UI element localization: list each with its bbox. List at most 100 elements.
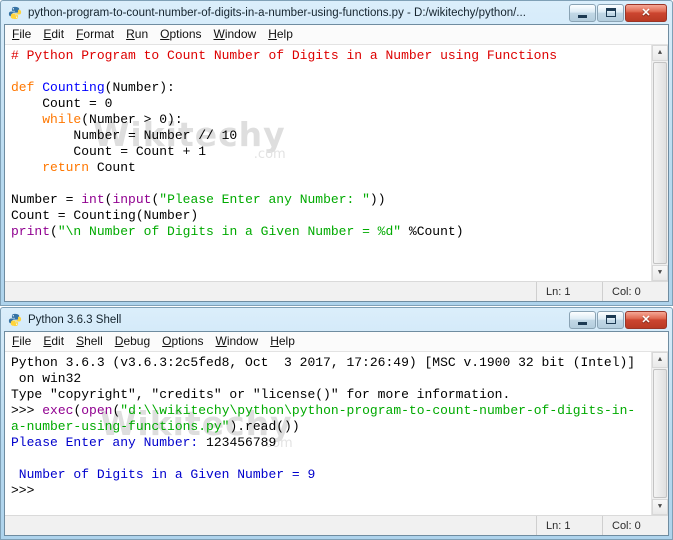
- code-line: Number of Digits in a Given Number = 9: [11, 467, 651, 483]
- menu-item-file[interactable]: File: [6, 25, 37, 44]
- menu-item-format[interactable]: Format: [70, 25, 120, 44]
- scroll-down-icon[interactable]: ▼: [652, 499, 668, 515]
- shell-scrollbar[interactable]: ▲ ▼: [651, 352, 668, 515]
- code-segment-plain: Count = Count + 1: [11, 144, 206, 159]
- menu-item-edit[interactable]: Edit: [37, 332, 70, 351]
- code-segment-defname: Counting: [42, 80, 104, 95]
- shell-scrollbar-thumb[interactable]: [653, 369, 667, 498]
- code-segment-plain: )): [370, 192, 386, 207]
- code-segment-plain: Count = Counting(Number): [11, 208, 198, 223]
- scroll-up-icon[interactable]: ▲: [652, 352, 668, 368]
- code-line: return Count: [11, 160, 651, 176]
- editor-window: python-program-to-count-number-of-digits…: [0, 0, 673, 306]
- code-segment-keyword: return: [42, 160, 89, 175]
- code-line: Number = Number // 10: [11, 128, 651, 144]
- code-segment-plain: [11, 160, 42, 175]
- scroll-down-icon[interactable]: ▼: [652, 265, 668, 281]
- code-segment-plain: >>>: [11, 403, 42, 418]
- shell-menubar: FileEditShellDebugOptionsWindowHelp: [5, 332, 668, 352]
- code-segment-keyword: while: [42, 112, 81, 127]
- menu-item-help[interactable]: Help: [264, 332, 301, 351]
- code-segment-plain: Number = Number // 10: [11, 128, 237, 143]
- code-segment-plain: >>>: [11, 483, 42, 498]
- shell-text-area[interactable]: Wikitechy .com Python 3.6.3 (v3.6.3:2c5f…: [5, 352, 668, 515]
- status-line-indicator: Ln: 1: [536, 282, 602, 301]
- code-line: def Counting(Number):: [11, 80, 651, 96]
- menu-item-edit[interactable]: Edit: [37, 25, 70, 44]
- menu-item-debug[interactable]: Debug: [109, 332, 156, 351]
- close-button[interactable]: ✕: [625, 311, 667, 329]
- close-icon: ✕: [641, 6, 650, 19]
- code-segment-plain: ).read()): [229, 419, 299, 434]
- menu-item-run[interactable]: Run: [120, 25, 154, 44]
- code-line: on win32: [11, 371, 651, 387]
- editor-client-area: FileEditFormatRunOptionsWindowHelp Wikit…: [4, 24, 669, 302]
- editor-statusbar: Ln: 1 Col: 0: [5, 281, 668, 301]
- menu-item-window[interactable]: Window: [208, 25, 263, 44]
- menu-item-window[interactable]: Window: [210, 332, 265, 351]
- minimize-button[interactable]: [569, 311, 596, 329]
- minimize-button[interactable]: [569, 4, 596, 22]
- code-segment-stdout: Please Enter any Number:: [11, 435, 206, 450]
- status-col-indicator: Col: 0: [602, 516, 668, 535]
- minimize-icon: [578, 322, 587, 325]
- shell-statusbar: Ln: 1 Col: 0: [5, 515, 668, 535]
- code-segment-keyword: def: [11, 80, 34, 95]
- code-segment-string: a-number-using-functions.py": [11, 419, 229, 434]
- shell-client-area: FileEditShellDebugOptionsWindowHelp Wiki…: [4, 331, 669, 536]
- shell-titlebar[interactable]: Python 3.6.3 Shell ✕: [4, 308, 669, 331]
- code-line: Type "copyright", "credits" or "license(…: [11, 387, 651, 403]
- menu-item-help[interactable]: Help: [262, 25, 299, 44]
- editor-code-lines: # Python Program to Count Number of Digi…: [5, 45, 651, 281]
- code-segment-builtin: print: [11, 224, 50, 239]
- code-line: while(Number > 0):: [11, 112, 651, 128]
- code-segment-plain: [11, 112, 42, 127]
- code-segment-plain: Count = 0: [11, 96, 112, 111]
- editor-scrollbar-thumb[interactable]: [653, 62, 667, 264]
- menu-item-shell[interactable]: Shell: [70, 332, 109, 351]
- code-segment-plain: on win32: [11, 371, 81, 386]
- editor-window-title: python-program-to-count-number-of-digits…: [28, 7, 564, 19]
- code-line: Count = Count + 1: [11, 144, 651, 160]
- menu-item-options[interactable]: Options: [156, 332, 209, 351]
- minimize-icon: [578, 15, 587, 18]
- maximize-icon: [606, 8, 616, 17]
- code-line: Python 3.6.3 (v3.6.3:2c5fed8, Oct 3 2017…: [11, 355, 651, 371]
- code-segment-builtin: int: [81, 192, 104, 207]
- code-line: >>> exec(open("d:\\wikitechy\python\pyth…: [11, 403, 651, 419]
- editor-window-controls: ✕: [569, 4, 667, 22]
- code-line: [11, 64, 651, 80]
- code-line: Please Enter any Number: 123456789: [11, 435, 651, 451]
- code-segment-comment: # Python Program to Count Number of Digi…: [11, 48, 557, 63]
- close-button[interactable]: ✕: [625, 4, 667, 22]
- code-segment-plain: Number =: [11, 192, 81, 207]
- status-col-indicator: Col: 0: [602, 282, 668, 301]
- code-segment-plain: Count: [89, 160, 136, 175]
- maximize-button[interactable]: [597, 4, 624, 22]
- code-segment-plain: Python 3.6.3 (v3.6.3:2c5fed8, Oct 3 2017…: [11, 355, 635, 370]
- code-line: [11, 176, 651, 192]
- maximize-button[interactable]: [597, 311, 624, 329]
- code-segment-builtin: exec: [42, 403, 73, 418]
- editor-menubar: FileEditFormatRunOptionsWindowHelp: [5, 25, 668, 45]
- editor-text-area[interactable]: Wikitechy .com # Python Program to Count…: [5, 45, 668, 281]
- code-segment-string: "\n Number of Digits in a Given Number =…: [58, 224, 401, 239]
- code-line: Count = 0: [11, 96, 651, 112]
- screen: { "icons": { "close_glyph": "✕", "scroll…: [0, 0, 673, 540]
- status-line-indicator: Ln: 1: [536, 516, 602, 535]
- code-segment-plain: 123456789: [206, 435, 276, 450]
- code-line: a-number-using-functions.py").read()): [11, 419, 651, 435]
- code-segment-plain: (: [50, 224, 58, 239]
- editor-titlebar[interactable]: python-program-to-count-number-of-digits…: [4, 1, 669, 24]
- code-line: Number = int(input("Please Enter any Num…: [11, 192, 651, 208]
- maximize-icon: [606, 315, 616, 324]
- code-segment-plain: Type "copyright", "credits" or "license(…: [11, 387, 510, 402]
- shell-window-title: Python 3.6.3 Shell: [28, 314, 564, 326]
- menu-item-options[interactable]: Options: [154, 25, 207, 44]
- scroll-up-icon[interactable]: ▲: [652, 45, 668, 61]
- menu-item-file[interactable]: File: [6, 332, 37, 351]
- code-segment-builtin: input: [112, 192, 151, 207]
- code-line: >>>: [11, 483, 651, 499]
- editor-scrollbar[interactable]: ▲ ▼: [651, 45, 668, 281]
- shell-window: Python 3.6.3 Shell ✕ FileEditShellDebugO…: [0, 307, 673, 540]
